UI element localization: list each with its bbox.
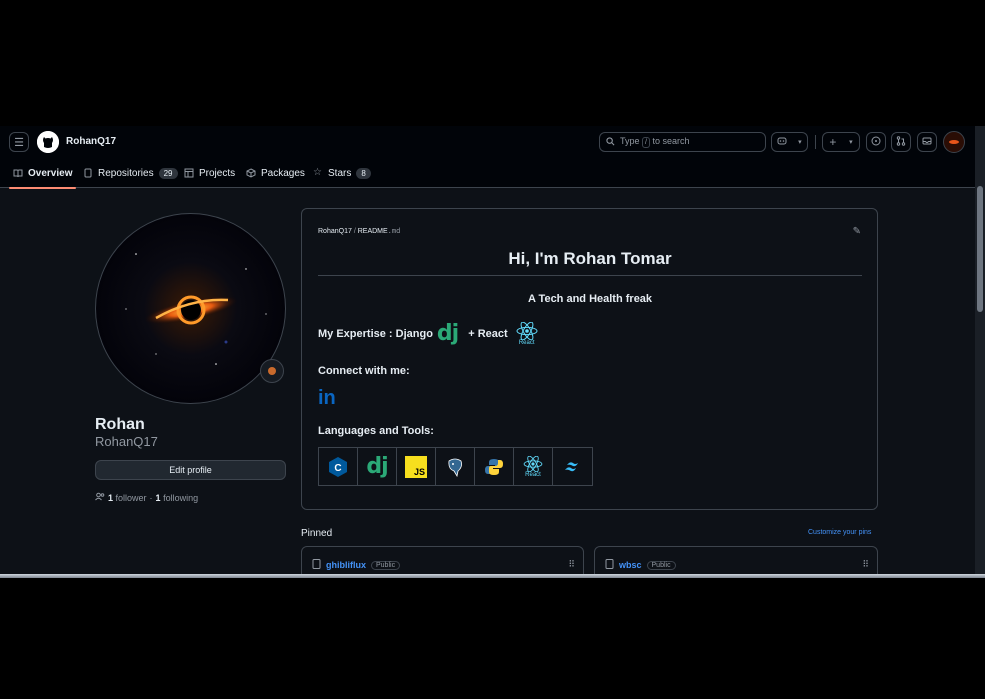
repo-icon [312,559,321,571]
followers-link[interactable]: 1 follower [108,493,147,503]
letterbox-top [0,0,985,126]
customize-pins-link[interactable]: Customize your pins [808,529,871,536]
profile-tabs: Overview Repositories 29 Projects Packag… [0,158,975,189]
connect-heading: Connect with me: [318,365,410,377]
repo-icon [83,168,93,178]
profile-readme: RohanQ17 / README.md ✎ Hi, I'm Rohan Tom… [301,208,878,510]
people-icon [95,492,105,503]
search-placeholder: Type / to search [620,136,690,148]
tab-overview[interactable]: Overview [8,158,78,189]
search-input[interactable]: Type / to search [599,132,766,152]
visibility-badge: Public [371,560,401,570]
follow-stats: 1 follower · 1 following [95,492,198,503]
svg-text:C: C [334,463,341,474]
expertise-line: My Expertise : Django dj + React React [318,319,538,349]
status-button[interactable] [260,359,284,383]
pinned-repo-link[interactable]: ghibliflux [326,560,366,570]
tailwind-icon[interactable] [553,448,592,485]
star-icon: ☆ [313,167,322,178]
pull-requests-button[interactable] [891,132,911,152]
chevron-down-icon: ▾ [798,139,802,146]
user-avatar-menu[interactable] [943,131,965,153]
react-logo-icon: React [516,322,538,346]
header-divider [815,135,816,149]
github-logo-icon[interactable] [37,131,59,153]
drag-handle-icon[interactable]: ⠿ [568,559,575,570]
readme-path: RohanQ17 / README.md [318,227,401,235]
letterbox-bottom [0,578,985,699]
black-hole-image [125,253,267,365]
cplusplus-icon[interactable]: C [319,448,358,485]
drag-handle-icon[interactable]: ⠿ [862,559,869,570]
chevron-down-icon: ▾ [849,139,853,146]
profile-full-name: Rohan [95,416,145,433]
react-icon[interactable]: React [514,448,553,485]
tab-label: Overview [28,167,73,179]
postgresql-icon[interactable] [436,448,475,485]
menu-button[interactable]: ☰ [9,132,29,152]
javascript-icon[interactable]: JS [397,448,436,485]
search-icon [606,136,615,148]
expertise-label: My Expertise : Django [318,328,433,340]
hamburger-icon: ☰ [14,136,24,149]
issues-button[interactable] [866,132,886,152]
follow-separator: · [149,492,153,503]
pull-request-icon [896,135,906,149]
stars-count: 8 [356,167,371,179]
tab-projects[interactable]: Projects [184,158,235,188]
readme-tagline: A Tech and Health freak [527,293,653,305]
smiley-status-icon [268,367,276,375]
inbox-icon [922,136,932,149]
following-link[interactable]: 1 following [156,493,199,503]
repositories-count: 29 [158,167,178,179]
plus-react-text: + React [468,328,508,340]
pinned-heading: Pinned [301,528,333,539]
profile-login: RohanQ17 [95,434,158,449]
inbox-button[interactable] [917,132,937,152]
repo-icon [605,559,614,571]
plus-icon: + [829,135,837,149]
readme-file-link[interactable]: README [358,228,388,235]
edit-readme-pencil-icon[interactable]: ✎ [853,226,861,237]
heading-rule [318,275,862,276]
page-scrollbar[interactable] [975,126,985,578]
global-header: ☰ RohanQ17 Type / to search ▾ + ▾ [0,126,975,158]
package-icon [246,168,256,178]
create-new-button[interactable]: + ▾ [822,132,860,152]
scrollbar-thumb[interactable] [977,186,983,312]
copilot-icon [777,136,787,149]
issue-icon [871,136,881,149]
django-icon[interactable]: dj [358,448,397,485]
pinned-repo-link[interactable]: wbsc [619,560,642,570]
readme-owner-link[interactable]: RohanQ17 [318,228,352,235]
table-icon [184,168,194,178]
tab-label: Repositories [98,167,154,179]
tab-packages[interactable]: Packages [246,158,305,188]
tab-stars[interactable]: ☆ Stars 8 [313,158,371,188]
tab-label: Projects [199,167,236,179]
python-icon[interactable] [475,448,514,485]
book-icon [13,168,23,178]
readme-heading: Hi, I'm Rohan Tomar [508,249,672,268]
github-profile-page: ☰ RohanQ17 Type / to search ▾ + ▾ Overvi… [0,126,985,578]
header-username[interactable]: RohanQ17 [66,136,116,147]
tools-grid: C dj JS React [318,447,593,486]
profile-avatar[interactable] [95,213,286,404]
tab-repositories[interactable]: Repositories 29 [83,158,178,188]
django-logo-icon: dj [436,321,459,346]
copilot-button[interactable]: ▾ [771,132,808,152]
tab-label: Packages [261,167,305,179]
react-caption: React [518,340,535,346]
tab-label: Stars [328,167,352,179]
linkedin-icon[interactable]: in [318,387,336,410]
avatar-icon [949,140,959,144]
visibility-badge: Public [646,560,676,570]
languages-heading: Languages and Tools: [318,425,434,437]
edit-profile-button[interactable]: Edit profile [95,460,286,480]
